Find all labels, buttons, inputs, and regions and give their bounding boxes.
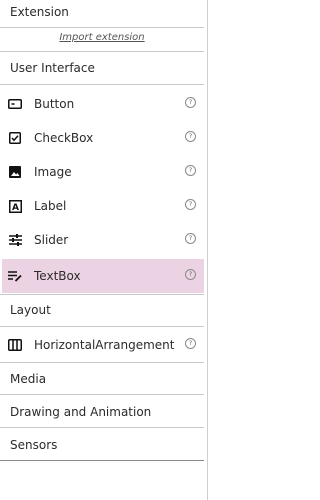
palette-item-image[interactable]: Image ? [2,155,204,189]
help-icon[interactable]: ? [185,337,196,349]
palette-panel: Extension Import extension User Interfac… [0,0,208,500]
import-extension-label[interactable]: Import extension [59,32,144,43]
palette-item-label: CheckBox [34,131,94,145]
user-interface-label: User Interface [10,61,95,75]
help-icon[interactable]: ? [185,232,196,244]
palette-item-label: Button [34,97,75,111]
palette-item-text: HorizontalArrangement [34,338,175,352]
svg-text:A: A [12,203,19,213]
palette-item-text: TextBox [34,269,81,283]
palette-item-slider[interactable]: Slider ? [2,223,204,257]
palette-item-checkbox[interactable]: CheckBox ? [2,121,204,155]
textbox-icon [8,269,22,283]
palette-item-button[interactable]: Button ? [2,87,204,121]
drawing-animation-header[interactable]: Drawing and Animation [0,396,204,428]
user-interface-header[interactable]: User Interface [0,52,204,85]
horizontal-arrangement-icon [8,338,22,352]
image-icon [8,165,22,179]
extension-header-label: Extension [10,5,69,19]
layout-header[interactable]: Layout [0,294,204,327]
palette-item-horizontal-arrangement[interactable]: HorizontalArrangement ? [2,328,204,362]
layout-label: Layout [10,303,51,317]
palette-item-label[interactable]: A Label ? [2,189,204,223]
label-icon: A [8,199,22,213]
import-extension-link[interactable]: Import extension [0,29,204,52]
palette-item-label: Image [34,165,72,179]
media-label: Media [10,372,47,386]
button-icon [8,97,22,111]
help-icon[interactable]: ? [185,96,196,108]
slider-icon [8,233,22,247]
palette-item-text: Label [34,199,67,213]
palette-item-textbox[interactable]: TextBox ? [2,259,204,293]
help-icon[interactable]: ? [185,164,196,176]
palette-item-text: Slider [34,233,69,247]
media-header[interactable]: Media [0,362,204,395]
drawing-animation-label: Drawing and Animation [10,405,152,419]
extension-header[interactable]: Extension [0,0,204,28]
help-icon[interactable]: ? [185,130,196,142]
sensors-label: Sensors [10,438,58,452]
checkbox-icon [8,131,22,145]
help-icon[interactable]: ? [185,198,196,210]
sensors-header[interactable]: Sensors [0,429,204,461]
help-icon[interactable]: ? [185,268,196,280]
